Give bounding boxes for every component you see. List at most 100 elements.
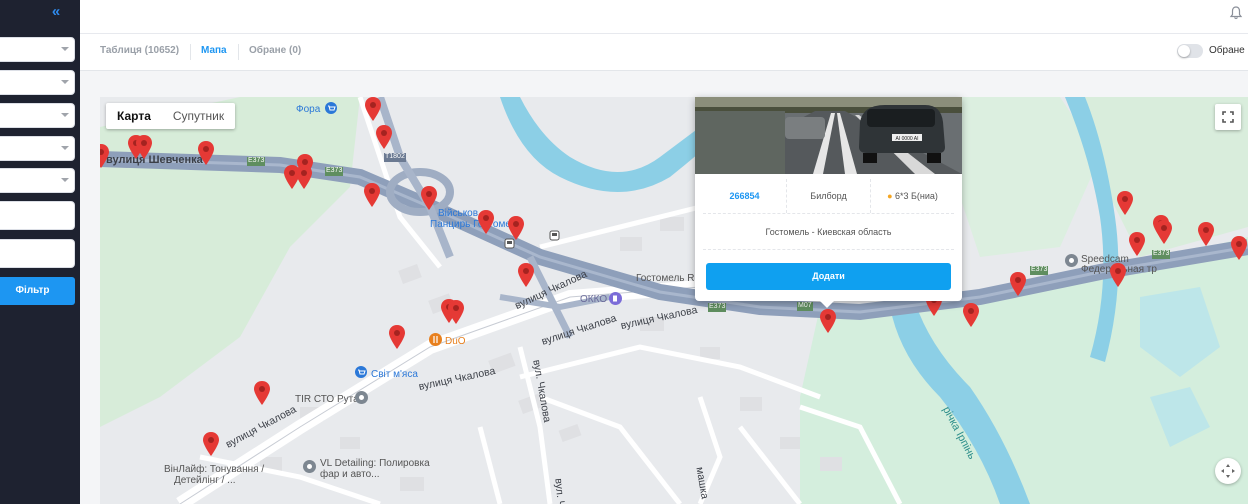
map-pin-icon[interactable] (447, 300, 465, 325)
map-pin-icon[interactable] (819, 309, 837, 334)
filter-input-2[interactable] (0, 239, 75, 268)
poi-pantsyr[interactable]: Панцирь Гостомел (430, 219, 516, 230)
tab-table[interactable]: Таблиця (10652) (100, 45, 179, 56)
map-pin-icon[interactable] (1230, 236, 1248, 261)
poi-vl-detailing[interactable]: VL Detailing: Полировка (320, 458, 430, 469)
map-pin-icon[interactable] (507, 216, 525, 241)
map-pin-icon[interactable] (197, 141, 215, 166)
favorites-toggle-label: Обране (1209, 45, 1245, 56)
license-plate-text: AI 0000 AI (895, 136, 918, 142)
billboard-size: ● 6*3 Б(ниа) (871, 179, 954, 213)
lightbulb-icon: ● (887, 191, 893, 201)
map-canvas[interactable] (100, 97, 1248, 504)
add-button[interactable]: Додати (706, 263, 951, 290)
filter-select-1[interactable] (0, 37, 75, 62)
filter-select-4[interactable] (0, 136, 75, 161)
billboard-info-popup: AI 0000 AI 266854 Билборд ● 6*3 Б(ниа) Г… (695, 97, 962, 308)
poi-viiskove[interactable]: Військов (438, 208, 478, 219)
favorites-toggle[interactable] (1177, 44, 1203, 58)
toggle-knob (1178, 45, 1190, 57)
map-move-button[interactable] (1215, 458, 1241, 484)
map-pin-icon[interactable] (295, 165, 313, 190)
street-vul-chkalova: вул. Ч (552, 477, 567, 504)
road-shield-t1802: T1802 (385, 153, 405, 160)
map-view[interactable]: E373 E373 T1802 E373 M07 E373 E373 Фора … (100, 97, 1248, 504)
tab-divider (238, 44, 239, 60)
map-pin-icon[interactable] (1128, 232, 1146, 257)
filter-select-3[interactable] (0, 103, 75, 128)
map-pin-icon[interactable] (135, 135, 153, 160)
shopping-cart-icon[interactable] (355, 366, 367, 378)
map-pin-icon[interactable] (202, 432, 220, 457)
map-type-control: Карта Супутник (106, 103, 236, 129)
map-pin-icon[interactable] (477, 210, 495, 235)
chevron-down-icon (61, 113, 69, 117)
map-pin-icon[interactable] (364, 97, 382, 122)
road-shield-e373: E373 (709, 303, 726, 310)
restaurant-icon[interactable] (429, 333, 442, 346)
poi-vinlife[interactable]: ВінЛайф: Тонування / (164, 464, 264, 475)
poi-svit-myasa[interactable]: Світ м'яса (371, 369, 418, 380)
filter-button[interactable]: Фільтр (0, 277, 75, 305)
poi-fora[interactable]: Фора (296, 104, 320, 115)
car-service-icon[interactable] (303, 460, 316, 473)
chevron-down-icon (61, 178, 69, 182)
bus-stop-icon (549, 230, 560, 241)
map-pin-icon[interactable] (420, 186, 438, 211)
map-pin-icon[interactable] (363, 183, 381, 208)
car-service-icon[interactable] (355, 391, 368, 404)
tab-map[interactable]: Мапа (201, 45, 227, 56)
map-pin-icon[interactable] (1109, 263, 1127, 288)
road-shield-m07: M07 (798, 302, 812, 309)
map-pin-icon[interactable] (375, 125, 393, 150)
chevron-down-icon (61, 146, 69, 150)
map-type-map-button[interactable]: Карта (106, 103, 162, 129)
billboard-id-link[interactable]: 266854 (703, 179, 787, 213)
move-arrows-icon (1221, 464, 1235, 478)
chevron-down-icon (61, 80, 69, 84)
gas-station-icon[interactable] (609, 292, 622, 305)
popup-tail (819, 300, 835, 308)
filter-select-2[interactable] (0, 70, 75, 95)
poi-vl-detailing-sub: фар и авто... (320, 469, 380, 480)
filter-select-5[interactable] (0, 168, 75, 193)
road-shield-e373: E373 (326, 167, 343, 174)
billboard-size-text: 6*3 Б(ниа) (895, 191, 938, 201)
map-pin-icon[interactable] (1116, 191, 1134, 216)
billboard-location: Гостомель - Киевская область (703, 219, 954, 250)
poi-duo[interactable]: DuO (445, 336, 466, 347)
map-pin-icon[interactable] (1197, 222, 1215, 247)
speed-camera-icon[interactable] (1065, 254, 1078, 267)
top-bar (80, 0, 1248, 34)
road-shield-e373: E373 (1031, 266, 1048, 273)
map-pin-icon[interactable] (253, 381, 271, 406)
tab-favorites[interactable]: Обране (0) (249, 45, 301, 56)
poi-vinlife-sub: Детейлінг / ... (174, 475, 236, 486)
view-tabs: Таблиця (10652) Мапа Обране (0) Обране (80, 34, 1248, 71)
shopping-cart-icon[interactable] (325, 102, 337, 114)
map-pin-icon[interactable] (1009, 272, 1027, 297)
road-shield-e373: E373 (1153, 250, 1170, 257)
fullscreen-icon (1222, 111, 1234, 123)
map-pin-icon[interactable] (1155, 220, 1173, 245)
poi-okko[interactable]: ОККО (580, 294, 607, 305)
place-hostomel-road: Гостомель Ro (636, 273, 701, 284)
fullscreen-button[interactable] (1215, 104, 1241, 130)
bell-icon[interactable] (1228, 5, 1244, 21)
billboard-type: Билборд (787, 179, 871, 213)
sidebar: « Фільтр (0, 0, 80, 504)
map-pin-icon[interactable] (517, 263, 535, 288)
street-shevchenka: вулиця Шевченка (106, 154, 203, 166)
chevron-down-icon (61, 47, 69, 51)
map-type-satellite-button[interactable]: Супутник (162, 103, 235, 129)
poi-tir-sto[interactable]: TIR СТО Рута (295, 394, 359, 405)
map-pin-icon[interactable] (388, 325, 406, 350)
tab-divider (190, 44, 191, 60)
collapse-sidebar-icon[interactable]: « (46, 4, 66, 20)
map-pin-icon[interactable] (100, 144, 110, 169)
billboard-photo: AI 0000 AI (695, 97, 962, 174)
billboard-meta: 266854 Билборд ● 6*3 Б(ниа) (703, 179, 954, 214)
map-pin-icon[interactable] (962, 303, 980, 328)
road-shield-e373: E373 (248, 157, 265, 164)
filter-input-1[interactable] (0, 201, 75, 230)
